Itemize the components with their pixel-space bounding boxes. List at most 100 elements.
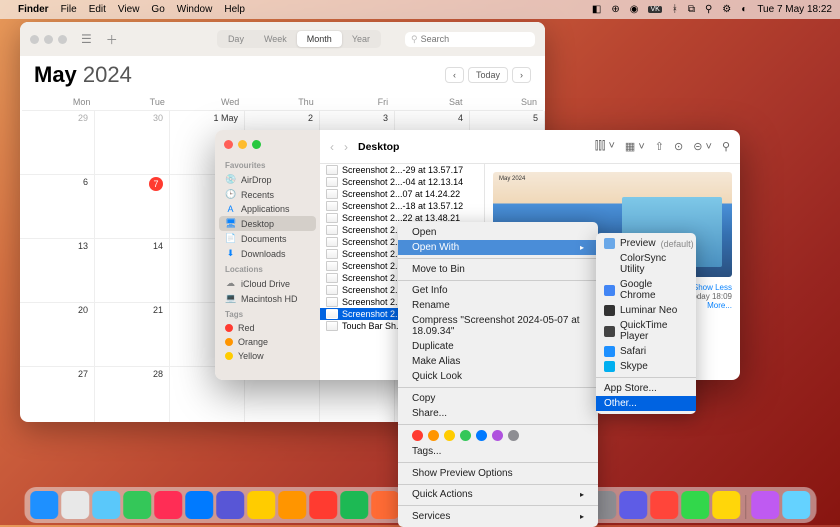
dock-app-icon[interactable] — [185, 491, 213, 519]
calendar-cell[interactable]: 6 — [20, 175, 95, 239]
submenu-item[interactable]: Luminar Neo — [596, 303, 696, 318]
share-icon[interactable]: ⇧ — [655, 140, 664, 153]
siri-icon[interactable]: ◐ — [741, 4, 747, 15]
dock-app-icon[interactable] — [782, 491, 810, 519]
context-menu-item[interactable]: Move to Bin — [398, 262, 598, 277]
tag-color[interactable] — [428, 430, 439, 441]
submenu-item[interactable]: Skype — [596, 359, 696, 374]
sidebar-tag[interactable]: Yellow — [215, 349, 320, 363]
calendar-cell[interactable]: 28 — [95, 367, 170, 422]
submenu-item[interactable]: Google Chrome — [596, 277, 696, 303]
search-icon[interactable]: ⚲ — [722, 140, 730, 153]
app-name[interactable]: Finder — [18, 4, 49, 15]
dock-app-icon[interactable] — [278, 491, 306, 519]
calendar-view-segment[interactable]: Day Week Month Year — [217, 30, 381, 48]
view-columns-icon[interactable]: ⫿⫿⫿ ˅ — [595, 140, 615, 153]
file-item[interactable]: Screenshot 2...-18 at 13.57.12 — [320, 200, 484, 212]
dock-app-icon[interactable] — [681, 491, 709, 519]
tag-color[interactable] — [492, 430, 503, 441]
search-icon[interactable]: ⚲ — [705, 4, 712, 15]
seg-month[interactable]: Month — [297, 31, 342, 47]
context-menu[interactable]: OpenOpen With▸Move to BinGet InfoRenameC… — [398, 222, 598, 527]
next-month-button[interactable]: › — [512, 67, 531, 83]
status-icon[interactable]: ◧ — [592, 4, 601, 15]
sidebar-item[interactable]: 💿AirDrop — [215, 172, 320, 187]
sidebar-item[interactable]: 🕒Recents — [215, 187, 320, 202]
file-item[interactable]: Screenshot 2...07 at 14.24.22 — [320, 188, 484, 200]
dock-app-icon[interactable] — [247, 491, 275, 519]
sidebar-item[interactable]: 💻Macintosh HD — [215, 291, 320, 306]
sidebar-item[interactable]: 🖥Desktop — [219, 216, 316, 231]
context-menu-item[interactable]: Open — [398, 225, 598, 240]
seg-year[interactable]: Year — [342, 31, 380, 47]
bluetooth-icon[interactable]: ᚼ — [672, 4, 678, 15]
menu-go[interactable]: Go — [151, 4, 164, 15]
context-menu-item[interactable]: Tags... — [398, 444, 598, 459]
calendar-search[interactable]: ⚲ — [405, 32, 535, 47]
calendar-cell[interactable]: 13 — [20, 239, 95, 303]
calendar-cell[interactable]: 27 — [20, 367, 95, 422]
tag-icon[interactable]: ⊙ — [674, 140, 683, 153]
dock-app-icon[interactable] — [30, 491, 58, 519]
dock-app-icon[interactable] — [751, 491, 779, 519]
context-menu-item[interactable]: Quick Actions▸ — [398, 487, 598, 502]
context-menu-item[interactable]: Make Alias — [398, 354, 598, 369]
submenu-item[interactable]: Other... — [596, 396, 696, 411]
calendar-search-input[interactable] — [421, 34, 529, 44]
dock-app-icon[interactable] — [216, 491, 244, 519]
calendar-cell[interactable]: 21 — [95, 303, 170, 367]
submenu-item[interactable]: Safari — [596, 344, 696, 359]
seg-week[interactable]: Week — [254, 31, 297, 47]
tag-color[interactable] — [476, 430, 487, 441]
menu-file[interactable]: File — [61, 4, 77, 15]
context-menu-item[interactable]: Services▸ — [398, 509, 598, 524]
context-menu-item[interactable]: Share... — [398, 406, 598, 421]
dock-app-icon[interactable] — [650, 491, 678, 519]
calendar-cell[interactable]: 20 — [20, 303, 95, 367]
sidebar-tag[interactable]: Orange — [215, 335, 320, 349]
context-menu-item[interactable]: Rename — [398, 298, 598, 313]
tag-color[interactable] — [508, 430, 519, 441]
context-menu-item[interactable]: Quick Look — [398, 369, 598, 384]
action-icon[interactable]: ⊝ ˅ — [693, 140, 712, 153]
calendar-cell[interactable]: 29 — [20, 111, 95, 175]
dock-app-icon[interactable] — [619, 491, 647, 519]
sidebar-item[interactable]: ⬇Downloads — [215, 246, 320, 261]
context-menu-item[interactable]: Get Info — [398, 283, 598, 298]
tag-color[interactable] — [460, 430, 471, 441]
dock-app-icon[interactable] — [309, 491, 337, 519]
sidebar-item[interactable]: ☁iCloud Drive — [215, 276, 320, 291]
context-menu-item[interactable]: Show Preview Options — [398, 466, 598, 481]
tag-color[interactable] — [412, 430, 423, 441]
forward-button[interactable]: › — [344, 140, 348, 154]
seg-day[interactable]: Day — [218, 31, 254, 47]
submenu-item[interactable]: QuickTime Player — [596, 318, 696, 344]
dock-app-icon[interactable] — [123, 491, 151, 519]
tag-color-row[interactable] — [398, 427, 598, 444]
add-event-icon[interactable]: ＋ — [106, 31, 118, 48]
sidebar-tag[interactable]: Red — [215, 321, 320, 335]
context-menu-item[interactable]: Compress "Screenshot 2024-05-07 at 18.09… — [398, 313, 598, 339]
traffic-lights[interactable] — [215, 138, 320, 157]
show-less-link[interactable]: Show Less — [693, 283, 732, 292]
menu-edit[interactable]: Edit — [89, 4, 106, 15]
calendar-sidebar-icon[interactable]: ☰ — [81, 32, 92, 46]
calendar-cell[interactable]: 30 — [95, 111, 170, 175]
context-menu-item[interactable]: Copy — [398, 391, 598, 406]
dock-app-icon[interactable] — [340, 491, 368, 519]
status-icon[interactable]: ◉ — [630, 4, 639, 15]
submenu-item[interactable]: Preview (default) — [596, 236, 696, 251]
today-button[interactable]: Today — [468, 67, 508, 83]
context-menu-item[interactable]: Duplicate — [398, 339, 598, 354]
dock-app-icon[interactable] — [154, 491, 182, 519]
traffic-lights[interactable] — [30, 35, 67, 44]
open-with-submenu[interactable]: Preview (default)ColorSync UtilityGoogle… — [596, 233, 696, 414]
menubar-clock[interactable]: Tue 7 May 18:22 — [757, 4, 832, 15]
dock-app-icon[interactable] — [92, 491, 120, 519]
group-icon[interactable]: ▦ ˅ — [625, 140, 645, 153]
dock-app-icon[interactable] — [712, 491, 740, 519]
submenu-item[interactable]: ColorSync Utility — [596, 251, 696, 277]
menu-help[interactable]: Help — [224, 4, 245, 15]
context-menu-item[interactable]: Open With▸ — [398, 240, 598, 255]
control-center-icon[interactable]: ⚙ — [722, 4, 731, 15]
